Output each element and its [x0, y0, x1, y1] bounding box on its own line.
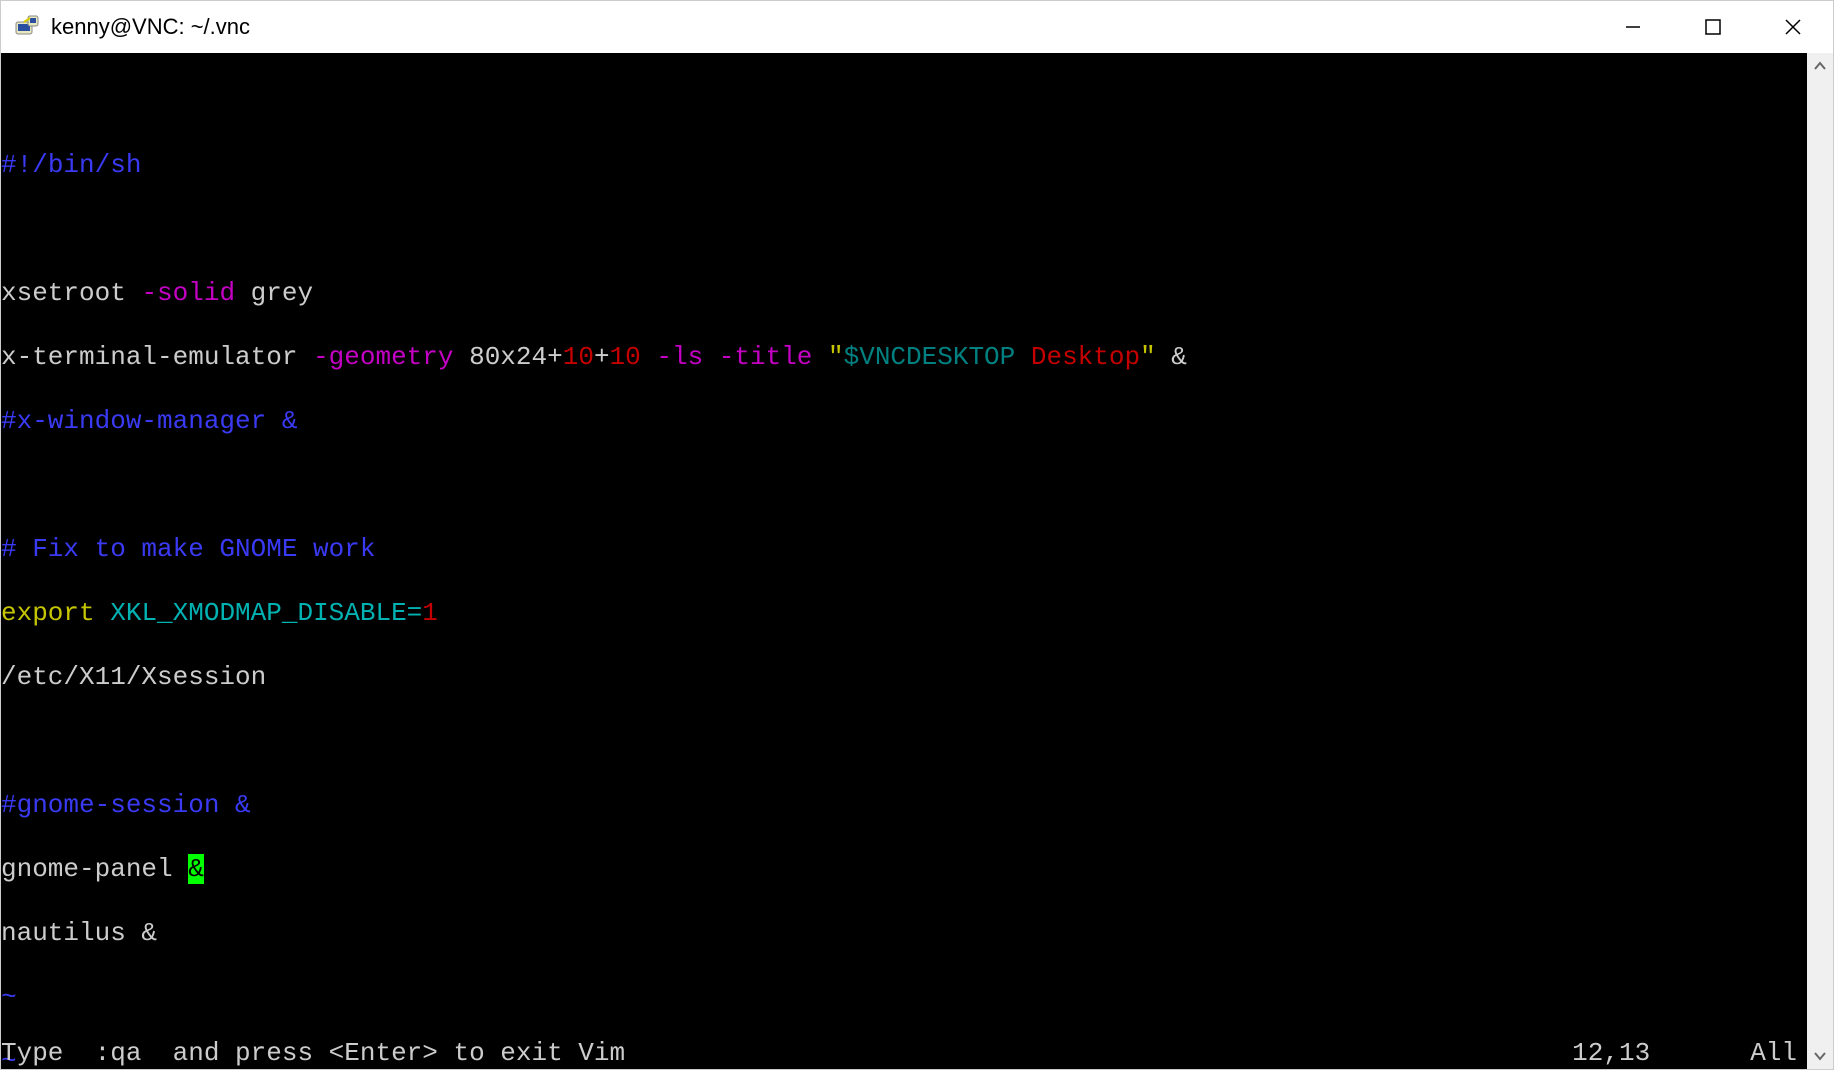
- cursor: &: [188, 854, 204, 884]
- editor-line: /etc/X11/Xsession: [1, 661, 1807, 693]
- editor-line: x-terminal-emulator -geometry 80x24+10+1…: [1, 341, 1807, 373]
- maximize-button[interactable]: [1673, 1, 1753, 53]
- editor-line: #!/bin/sh: [1, 149, 1807, 181]
- shebang-hash: #!: [1, 150, 32, 180]
- shebang-path: /bin/sh: [32, 150, 141, 180]
- window-title: kenny@VNC: ~/.vnc: [51, 14, 250, 40]
- vertical-scrollbar[interactable]: [1807, 53, 1833, 1069]
- editor-line: [1, 469, 1807, 501]
- editor-line: #x-window-manager &: [1, 405, 1807, 437]
- app-window: kenny@VNC: ~/.vnc #!/bin/sh xsetroot -so…: [0, 0, 1834, 1070]
- editor-line: #gnome-session &: [1, 789, 1807, 821]
- close-button[interactable]: [1753, 1, 1833, 53]
- status-message: Type :qa and press <Enter> to exit Vim: [1, 1037, 625, 1069]
- putty-icon: [13, 13, 41, 41]
- scroll-up-arrow[interactable]: [1807, 53, 1833, 79]
- editor-empty-line: ~: [1, 981, 1807, 1013]
- editor-buffer: #!/bin/sh xsetroot -solid grey x-termina…: [1, 117, 1807, 1069]
- terminal-viewport[interactable]: #!/bin/sh xsetroot -solid grey x-termina…: [1, 53, 1807, 1069]
- editor-line: xsetroot -solid grey: [1, 277, 1807, 309]
- editor-line: export XKL_XMODMAP_DISABLE=1: [1, 597, 1807, 629]
- editor-line: [1, 213, 1807, 245]
- editor-line: gnome-panel &: [1, 853, 1807, 885]
- body-row: #!/bin/sh xsetroot -solid grey x-termina…: [1, 53, 1833, 1069]
- vim-statusbar: Type :qa and press <Enter> to exit Vim 1…: [1, 1037, 1807, 1069]
- scroll-percent: All: [1750, 1037, 1797, 1069]
- editor-line: nautilus &: [1, 917, 1807, 949]
- editor-line: # Fix to make GNOME work: [1, 533, 1807, 565]
- editor-line: [1, 725, 1807, 757]
- minimize-button[interactable]: [1593, 1, 1673, 53]
- titlebar[interactable]: kenny@VNC: ~/.vnc: [1, 1, 1833, 53]
- cursor-position: 12,13: [1572, 1037, 1650, 1069]
- scroll-down-arrow[interactable]: [1807, 1043, 1833, 1069]
